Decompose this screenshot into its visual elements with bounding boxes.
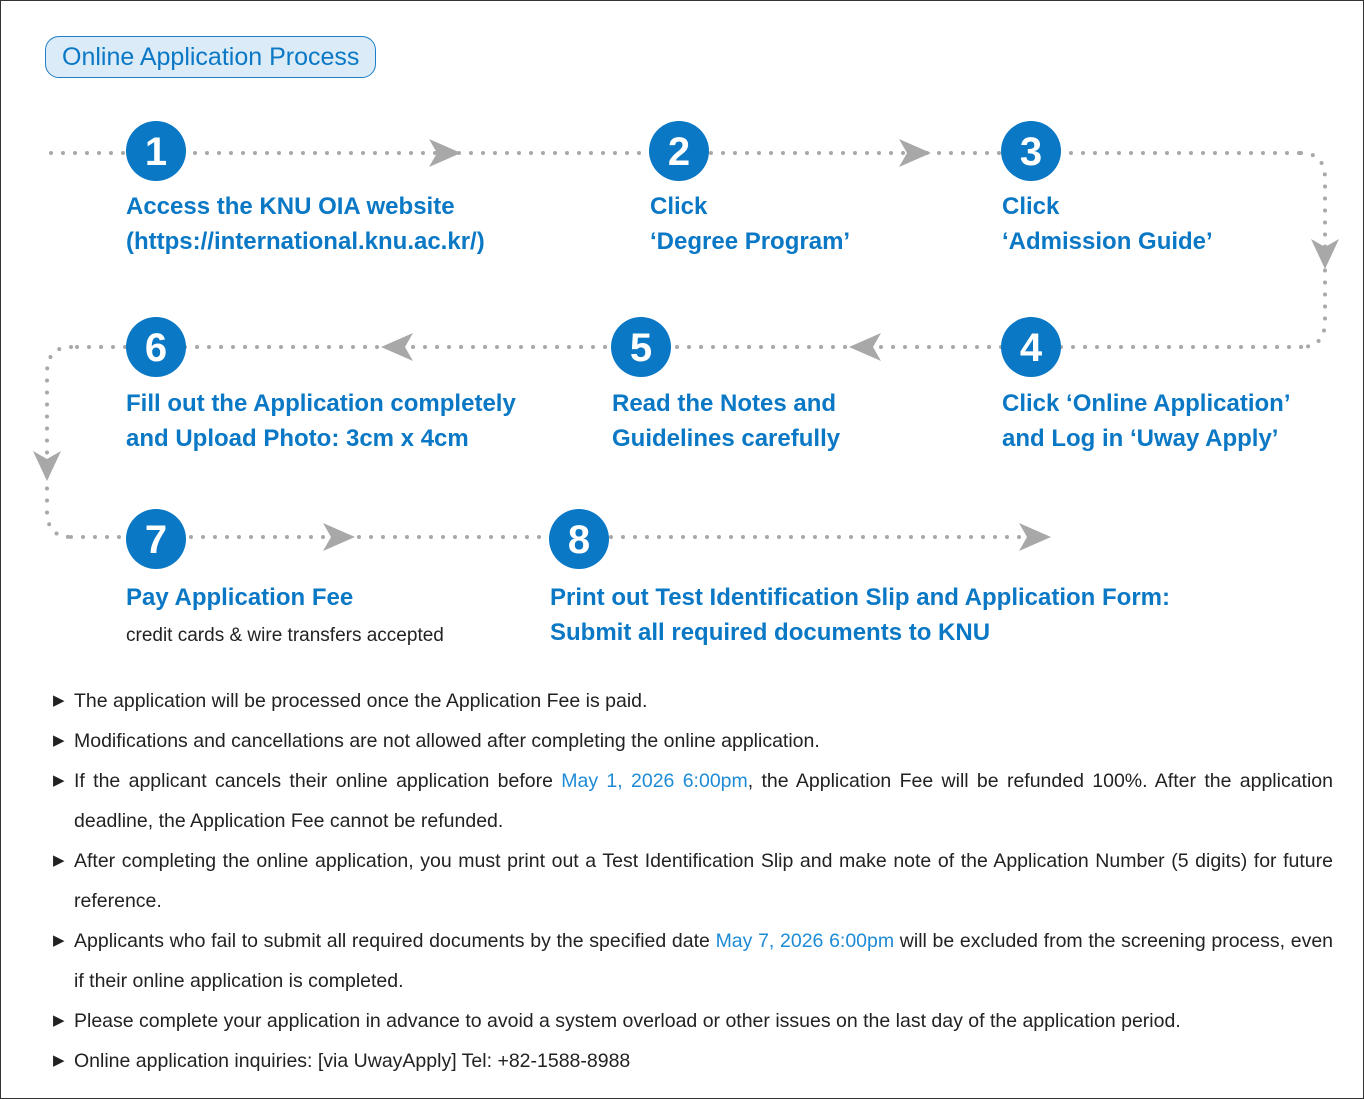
process-diagram: 1 2 3 4 5 6 7 8 Online Application Proce… (1, 1, 1364, 681)
note-item: ▶ Please complete your application in adv… (53, 1001, 1333, 1041)
step-1-label: Access the KNU OIA website (https://inte… (126, 189, 485, 259)
note-item: ▶ Modifications and cancellations are not… (53, 721, 1333, 761)
refund-deadline-date: May 1, 2026 6:00pm (561, 770, 748, 792)
submission-deadline-date: May 7, 2026 6:00pm (715, 930, 895, 952)
step-6-line-2: and Upload Photo: 3cm x 4cm (126, 425, 469, 452)
arrow-left-icon (381, 333, 413, 361)
step-4-line-2: and Log in ‘Uway Apply’ (1002, 425, 1279, 452)
step-1-line-2: (https://international.knu.ac.kr/) (126, 228, 485, 255)
note-text: The application will be processed once t… (74, 690, 648, 712)
bullet-icon: ▶ (53, 772, 65, 789)
note-item: ▶ After completing the online application… (53, 841, 1333, 921)
step-7-label: Pay Application Fee (126, 580, 353, 615)
step-4-number: 4 (1020, 326, 1043, 370)
note-item: ▶ The application will be processed once … (53, 681, 1333, 721)
step-6-line-1: Fill out the Application completely (126, 390, 516, 417)
flow-connectors: 1 2 3 4 5 6 7 8 (33, 121, 1339, 569)
connector-left-turn (45, 345, 73, 539)
arrow-left-icon (849, 333, 881, 361)
note-text: Applicants who fail to submit all requir… (74, 930, 716, 952)
note-text: After completing the online application,… (74, 850, 1333, 912)
step-1-number: 1 (145, 130, 167, 174)
arrow-down-icon (1311, 239, 1339, 269)
note-text: Please complete your application in adva… (74, 1010, 1181, 1032)
notes-list: ▶ The application will be processed once … (53, 681, 1333, 1081)
bullet-icon: ▶ (53, 1052, 65, 1069)
bullet-icon: ▶ (53, 732, 65, 749)
step-7-line-1: Pay Application Fee (126, 584, 354, 611)
step-1-line-1: Access the KNU OIA website (126, 193, 455, 220)
bullet-icon: ▶ (53, 932, 65, 949)
note-text: Modifications and cancellations are not … (74, 730, 820, 752)
step-5-line-1: Read the Notes and (612, 390, 837, 417)
step-6-number: 6 (145, 326, 167, 370)
step-3-line-1: Click (1002, 193, 1060, 220)
bullet-icon: ▶ (53, 852, 65, 869)
bullet-icon: ▶ (53, 692, 65, 709)
bullet-icon: ▶ (53, 1012, 65, 1029)
step-4-line-1: Click ‘Online Application’ (1002, 390, 1291, 417)
note-item: ▶ Online application inquiries: [via Uway… (53, 1041, 1333, 1081)
arrow-right-icon (1019, 523, 1051, 551)
step-3-label: Click ‘Admission Guide’ (1002, 189, 1213, 259)
step-5-number: 5 (630, 326, 652, 370)
step-7-subtext: credit cards & wire transfers accepted (126, 625, 444, 646)
arrow-right-icon (323, 523, 355, 551)
step-3-line-2: ‘Admission Guide’ (1002, 228, 1213, 255)
step-7-number: 7 (145, 518, 167, 562)
page: 1 2 3 4 5 6 7 8 Online Application Proce… (0, 0, 1364, 1099)
step-5-label: Read the Notes and Guidelines carefully (612, 386, 840, 456)
step-8-label: Print out Test Identification Slip and A… (550, 580, 1170, 650)
page-title: Online Application Process (45, 36, 377, 78)
note-text: Online application inquiries: [via UwayA… (74, 1050, 631, 1072)
step-8-number: 8 (568, 518, 590, 562)
step-3-number: 3 (1020, 130, 1042, 174)
step-8-line-1: Print out Test Identification Slip and A… (550, 584, 1170, 611)
note-text: If the applicant cancels their online ap… (74, 770, 562, 792)
step-8-line-2: Submit all required documents to KNU (550, 619, 991, 646)
step-2-number: 2 (668, 130, 690, 174)
step-6-label: Fill out the Application completely and … (126, 386, 516, 456)
step-5-line-2: Guidelines carefully (612, 425, 841, 452)
note-item: ▶ If the applicant cancels their online a… (53, 761, 1333, 841)
arrow-down-icon (33, 451, 61, 481)
note-item: ▶ Applicants who fail to submit all requi… (53, 921, 1333, 1001)
step-4-label: Click ‘Online Application’ and Log in ‘U… (1002, 386, 1290, 456)
step-2-line-1: Click (650, 193, 708, 220)
step-2-label: Click ‘Degree Program’ (650, 189, 850, 259)
step-2-line-2: ‘Degree Program’ (650, 228, 851, 255)
